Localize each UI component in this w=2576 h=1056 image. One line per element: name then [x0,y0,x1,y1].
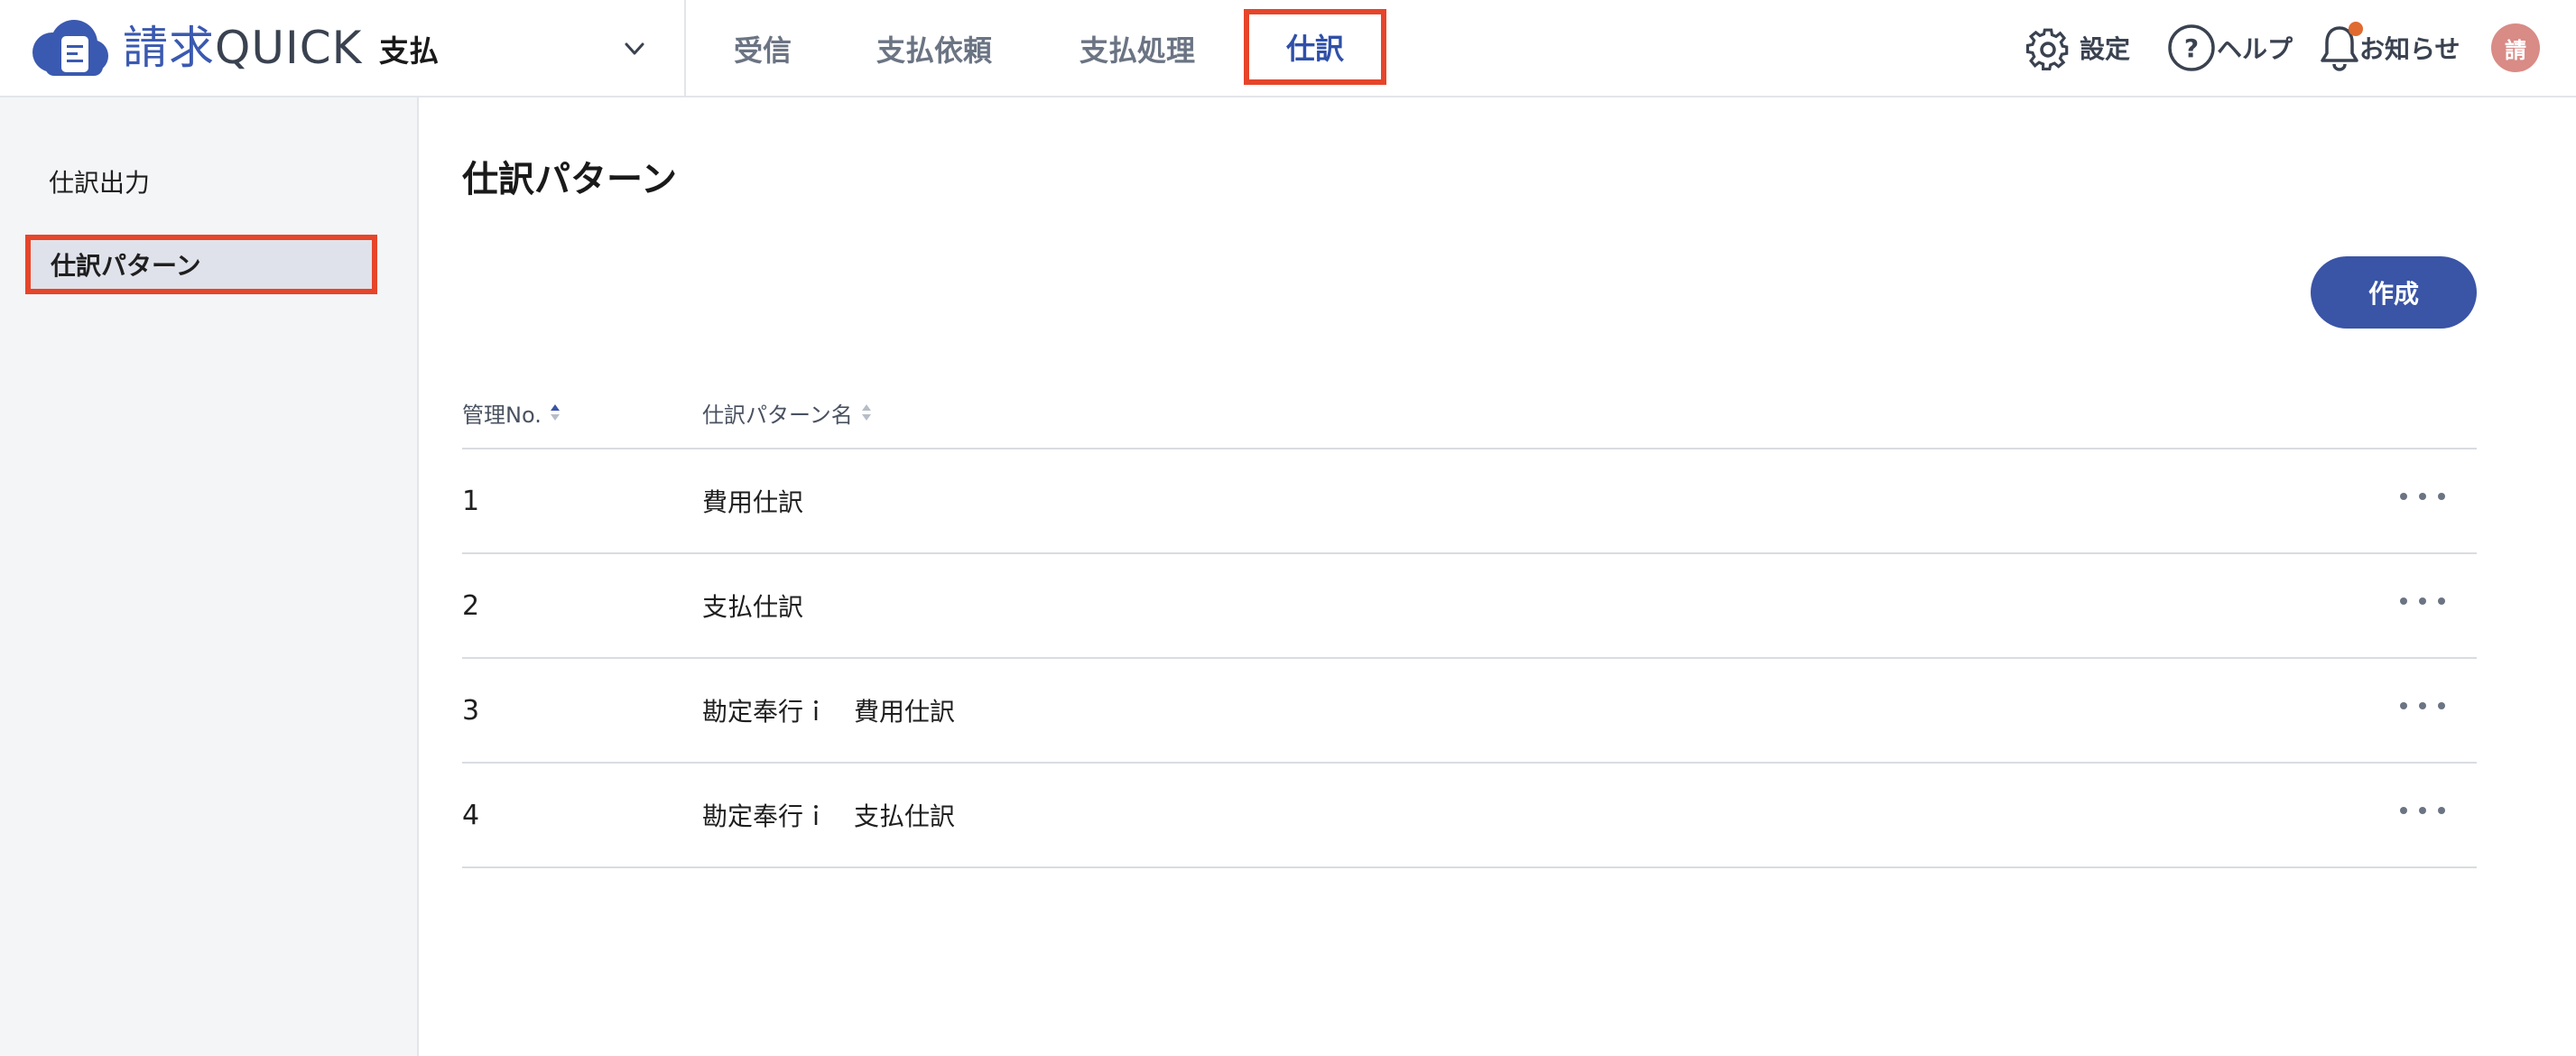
settings-label: 設定 [2080,34,2131,64]
row-no: 3 [462,694,480,727]
row-no: 2 [462,589,480,622]
tab-payment-processing-label: 支払処理 [1079,33,1195,68]
tab-journal[interactable]: 仕訳 [1244,9,1386,85]
logo-brand-jp: 請求 [123,22,215,74]
more-icon[interactable] [2391,583,2454,619]
help-button[interactable]: ? ヘルプ [2166,20,2293,76]
tab-payment-request[interactable]: 支払依頼 [857,0,1011,97]
sidebar-item-label: 仕訳パターン [51,251,201,281]
settings-button[interactable]: 設定 [2024,20,2130,76]
row-actions [2368,697,2477,724]
notifications-label: お知らせ [2359,34,2460,64]
row-name: 支払仕訳 [702,592,804,622]
tab-payment-request-label: 支払依頼 [876,33,992,68]
user-avatar[interactable]: 請 [2491,23,2540,72]
row-no: 1 [462,485,480,517]
app-switcher-dropdown[interactable]: 支払 [352,0,686,97]
more-icon[interactable] [2391,478,2454,514]
create-button[interactable]: 作成 [2311,256,2477,329]
row-actions [2368,592,2477,619]
chevron-down-icon [625,42,644,55]
cloud-logo-icon [32,20,108,76]
sidebar-item-journal-pattern[interactable]: 仕訳パターン [25,235,377,294]
app-switcher-label: 支払 [379,33,439,69]
top-header: 請求QUICK 支払 受信 支払依頼 支払処理 仕訳 設定 ? ヘルプ お知らせ… [0,0,2576,97]
table-row[interactable]: 2 支払仕訳 [462,554,2477,659]
page-title: 仕訳パターン [462,159,677,200]
more-icon[interactable] [2391,688,2454,724]
app-logo[interactable]: 請求QUICK [27,18,362,78]
row-name: 費用仕訳 [702,487,804,517]
help-icon: ? [2168,24,2215,71]
column-header-no-label: 管理No. [462,402,542,428]
sidebar: 仕訳出力 仕訳パターン [0,97,419,1056]
svg-text:?: ? [2184,33,2199,63]
sidebar-item-label: 仕訳出力 [49,168,151,198]
row-actions [2368,801,2477,829]
sort-icon [550,404,560,421]
logo-brand-en: QUICK [215,22,363,74]
notification-badge [2349,22,2363,36]
tab-journal-label: 仕訳 [1285,32,1344,66]
tab-received[interactable]: 受信 [713,0,812,97]
column-header-name-label: 仕訳パターン名 [702,402,853,428]
more-icon[interactable] [2391,792,2454,829]
table-row[interactable]: 3 勘定奉行ｉ 費用仕訳 [462,659,2477,764]
row-no: 4 [462,799,480,831]
table-header: 管理No. 仕訳パターン名 [462,377,2477,449]
gear-icon [2025,28,2069,70]
table-row[interactable]: 4 勘定奉行ｉ 支払仕訳 [462,764,2477,868]
column-header-no[interactable]: 管理No. [462,397,702,429]
journal-pattern-table: 管理No. 仕訳パターン名 1 費用仕訳 2 支払仕訳 3 勘定奉行ｉ 費用仕訳… [462,377,2477,868]
sort-icon [861,404,871,421]
help-label: ヘルプ [2217,34,2293,64]
avatar-text: 請 [2505,37,2526,63]
row-name: 勘定奉行ｉ 支払仕訳 [702,801,956,831]
row-name: 勘定奉行ｉ 費用仕訳 [702,697,956,727]
tab-received-label: 受信 [733,33,792,68]
row-actions [2368,487,2477,514]
sidebar-item-journal-export[interactable]: 仕訳出力 [25,152,377,211]
column-header-name[interactable]: 仕訳パターン名 [702,397,2368,429]
logo-text: 請求QUICK [123,18,362,78]
notifications-button[interactable]: お知らせ [2320,20,2460,76]
table-row[interactable]: 1 費用仕訳 [462,449,2477,554]
tab-payment-processing[interactable]: 支払処理 [1061,0,1214,97]
